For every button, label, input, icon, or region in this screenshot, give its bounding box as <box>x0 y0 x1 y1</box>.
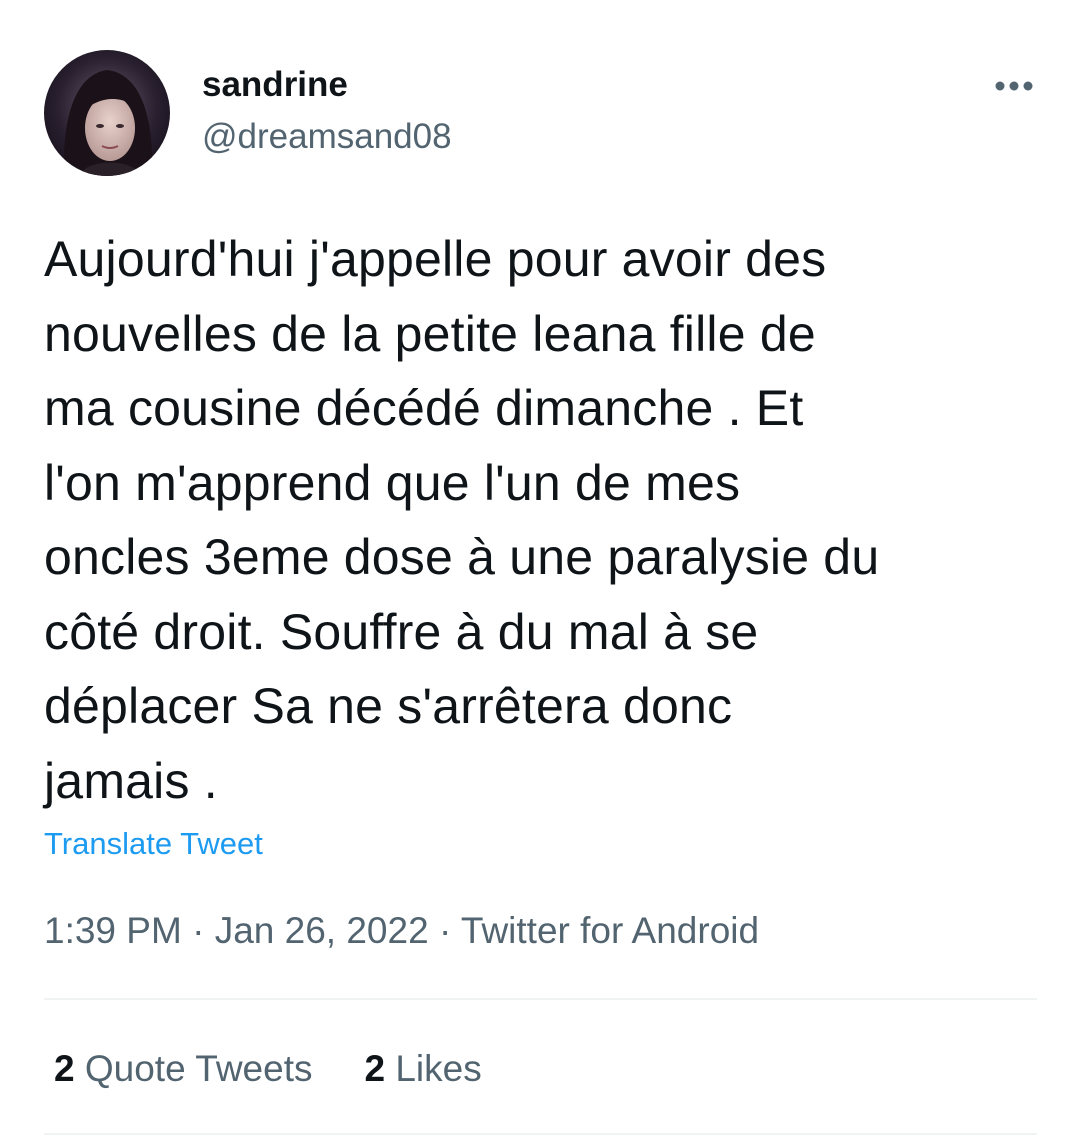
quote-tweets-stat[interactable]: 2 Quote Tweets <box>54 1046 312 1092</box>
more-options-button[interactable] <box>986 64 1042 108</box>
quote-tweets-count: 2 <box>54 1048 75 1089</box>
tweet-source[interactable]: Twitter for Android <box>461 910 759 951</box>
tweet-stats: 2 Quote Tweets 2 Likes <box>54 1046 482 1092</box>
divider <box>44 998 1037 1000</box>
likes-stat[interactable]: 2 Likes <box>364 1046 481 1092</box>
author-display-name[interactable]: sandrine <box>202 63 348 107</box>
divider <box>44 1133 1037 1135</box>
meta-separator: · <box>438 910 452 951</box>
likes-count: 2 <box>364 1048 386 1089</box>
quote-tweets-label: Quote Tweets <box>84 1048 313 1089</box>
meta-separator: · <box>192 910 205 951</box>
tweet-text: Aujourd'hui j'appelle pour avoir des nou… <box>44 231 880 809</box>
tweet-metadata: 1:39 PM · Jan 26, 2022 · Twitter for And… <box>44 908 759 954</box>
avatar[interactable] <box>44 50 170 176</box>
more-horizontal-icon <box>995 81 1033 91</box>
likes-label: Likes <box>395 1048 482 1089</box>
tweet-time[interactable]: 1:39 PM <box>44 910 182 951</box>
translate-tweet-link[interactable]: Translate Tweet <box>44 824 263 864</box>
tweet-date[interactable]: Jan 26, 2022 <box>215 910 429 951</box>
author-handle[interactable]: @dreamsand08 <box>202 115 452 159</box>
avatar-image <box>44 50 170 176</box>
